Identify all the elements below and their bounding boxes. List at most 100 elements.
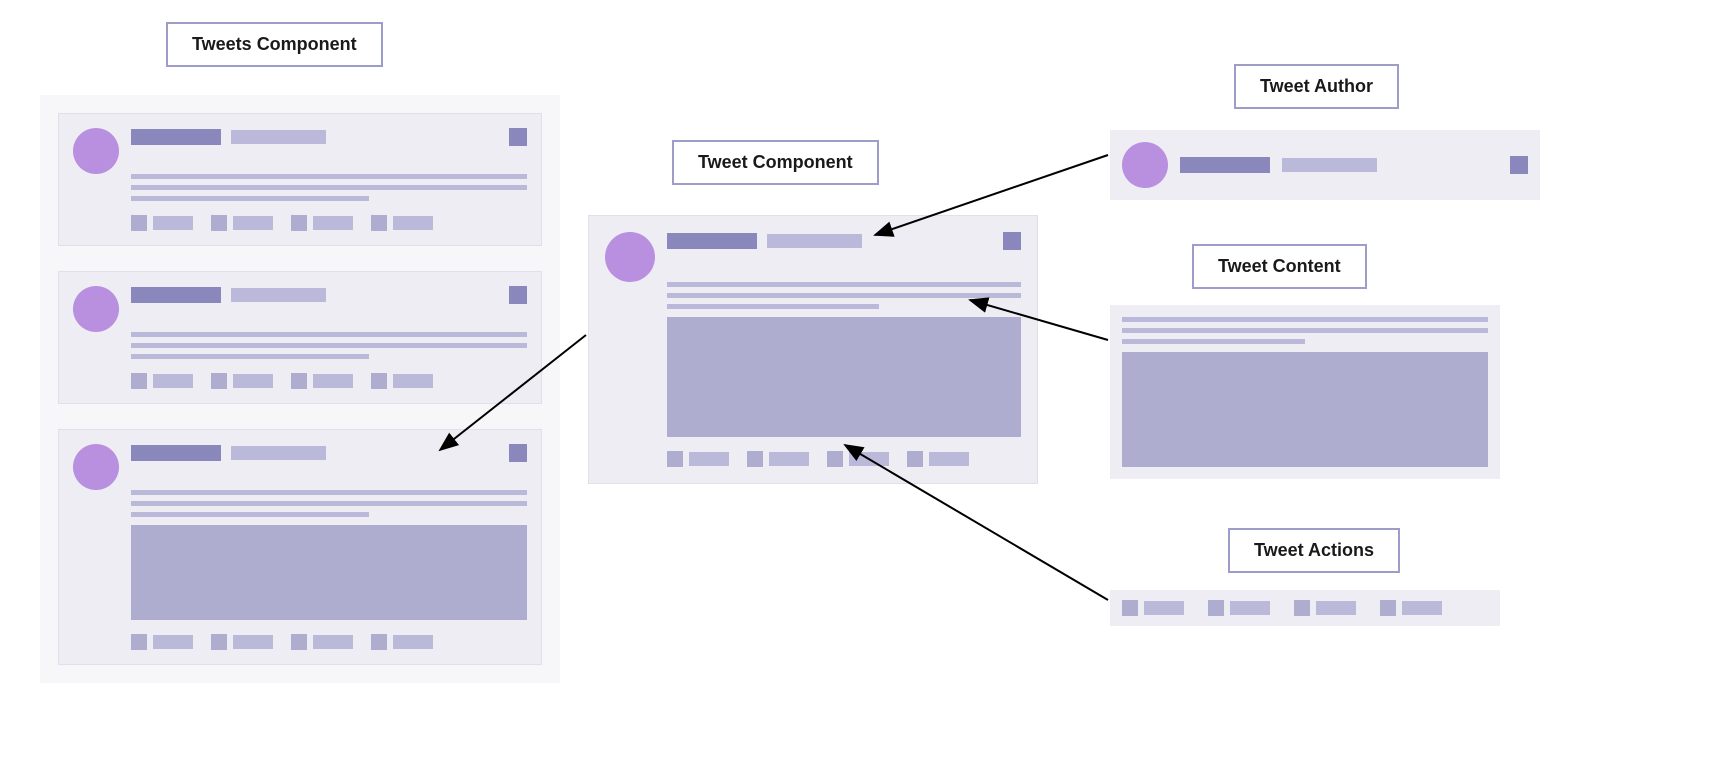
label-tweet-content: Tweet Content bbox=[1192, 244, 1367, 289]
author-handle-placeholder bbox=[231, 130, 326, 144]
tweet-header bbox=[73, 444, 527, 490]
action-item bbox=[1380, 600, 1442, 616]
actions-row bbox=[131, 634, 527, 650]
action-icon bbox=[211, 215, 227, 231]
text-line-placeholder bbox=[1122, 339, 1305, 344]
action-icon bbox=[371, 634, 387, 650]
tweet-body bbox=[131, 490, 527, 620]
action-item bbox=[211, 373, 273, 389]
media-placeholder bbox=[1122, 352, 1488, 467]
action-item bbox=[131, 215, 193, 231]
author-name-placeholder bbox=[131, 129, 221, 145]
action-text-placeholder bbox=[1230, 601, 1270, 615]
tweet-content-component bbox=[1110, 305, 1500, 479]
actions-row bbox=[131, 215, 527, 231]
action-text-placeholder bbox=[849, 452, 889, 466]
author-handle-placeholder bbox=[231, 288, 326, 302]
action-icon bbox=[907, 451, 923, 467]
action-text-placeholder bbox=[233, 216, 273, 230]
action-item bbox=[291, 634, 353, 650]
text-line-placeholder bbox=[131, 174, 527, 179]
label-tweet-author: Tweet Author bbox=[1234, 64, 1399, 109]
action-text-placeholder bbox=[1316, 601, 1356, 615]
author-name-placeholder bbox=[131, 445, 221, 461]
menu-icon bbox=[509, 444, 527, 462]
text-line-placeholder bbox=[131, 196, 369, 201]
menu-icon bbox=[509, 128, 527, 146]
menu-icon bbox=[509, 286, 527, 304]
text-line-placeholder bbox=[131, 512, 369, 517]
avatar-icon bbox=[1122, 142, 1168, 188]
tweet-card bbox=[58, 429, 542, 665]
action-icon bbox=[291, 634, 307, 650]
action-item bbox=[1122, 600, 1184, 616]
action-item bbox=[371, 634, 433, 650]
action-text-placeholder bbox=[153, 374, 193, 388]
action-icon bbox=[371, 373, 387, 389]
action-item bbox=[747, 451, 809, 467]
action-icon bbox=[211, 634, 227, 650]
text-line-placeholder bbox=[1122, 328, 1488, 333]
action-item bbox=[291, 373, 353, 389]
actions-row bbox=[667, 451, 1021, 467]
action-icon bbox=[1294, 600, 1310, 616]
media-placeholder bbox=[131, 525, 527, 620]
label-tweet-actions: Tweet Actions bbox=[1228, 528, 1400, 573]
tweet-body bbox=[131, 174, 527, 201]
action-text-placeholder bbox=[233, 635, 273, 649]
tweet-body bbox=[131, 332, 527, 359]
author-name-placeholder bbox=[667, 233, 757, 249]
action-icon bbox=[131, 373, 147, 389]
action-icon bbox=[211, 373, 227, 389]
author-name-placeholder bbox=[1180, 157, 1270, 173]
author-handle-placeholder bbox=[1282, 158, 1377, 172]
action-icon bbox=[291, 373, 307, 389]
avatar-icon bbox=[73, 286, 119, 332]
text-line-placeholder bbox=[667, 293, 1021, 298]
action-item bbox=[131, 634, 193, 650]
text-line-placeholder bbox=[131, 490, 527, 495]
action-text-placeholder bbox=[393, 216, 433, 230]
avatar-icon bbox=[605, 232, 655, 282]
tweet-component-single bbox=[588, 215, 1038, 484]
action-text-placeholder bbox=[929, 452, 969, 466]
action-icon bbox=[747, 451, 763, 467]
action-text-placeholder bbox=[233, 374, 273, 388]
action-icon bbox=[1208, 600, 1224, 616]
action-icon bbox=[291, 215, 307, 231]
action-item bbox=[291, 215, 353, 231]
author-handle-placeholder bbox=[231, 446, 326, 460]
action-icon bbox=[1122, 600, 1138, 616]
action-icon bbox=[1380, 600, 1396, 616]
text-line-placeholder bbox=[131, 501, 527, 506]
action-text-placeholder bbox=[313, 216, 353, 230]
action-item bbox=[1208, 600, 1270, 616]
author-handle-placeholder bbox=[767, 234, 862, 248]
action-item bbox=[1294, 600, 1356, 616]
action-text-placeholder bbox=[393, 374, 433, 388]
text-line-placeholder bbox=[131, 332, 527, 337]
menu-icon bbox=[1003, 232, 1021, 250]
label-tweet-component: Tweet Component bbox=[672, 140, 879, 185]
text-line-placeholder bbox=[667, 304, 879, 309]
tweet-header bbox=[73, 286, 527, 332]
tweet-card bbox=[58, 271, 542, 404]
action-text-placeholder bbox=[153, 635, 193, 649]
tweet-header bbox=[73, 128, 527, 174]
action-item bbox=[371, 215, 433, 231]
action-icon bbox=[131, 215, 147, 231]
action-text-placeholder bbox=[1402, 601, 1442, 615]
action-item bbox=[827, 451, 889, 467]
text-line-placeholder bbox=[131, 185, 527, 190]
text-line-placeholder bbox=[1122, 317, 1488, 322]
action-icon bbox=[371, 215, 387, 231]
action-text-placeholder bbox=[1144, 601, 1184, 615]
tweet-card bbox=[58, 113, 542, 246]
action-text-placeholder bbox=[769, 452, 809, 466]
avatar-icon bbox=[73, 128, 119, 174]
action-text-placeholder bbox=[313, 635, 353, 649]
avatar-icon bbox=[73, 444, 119, 490]
tweet-author-component bbox=[1110, 130, 1540, 200]
action-icon bbox=[827, 451, 843, 467]
actions-row bbox=[131, 373, 527, 389]
